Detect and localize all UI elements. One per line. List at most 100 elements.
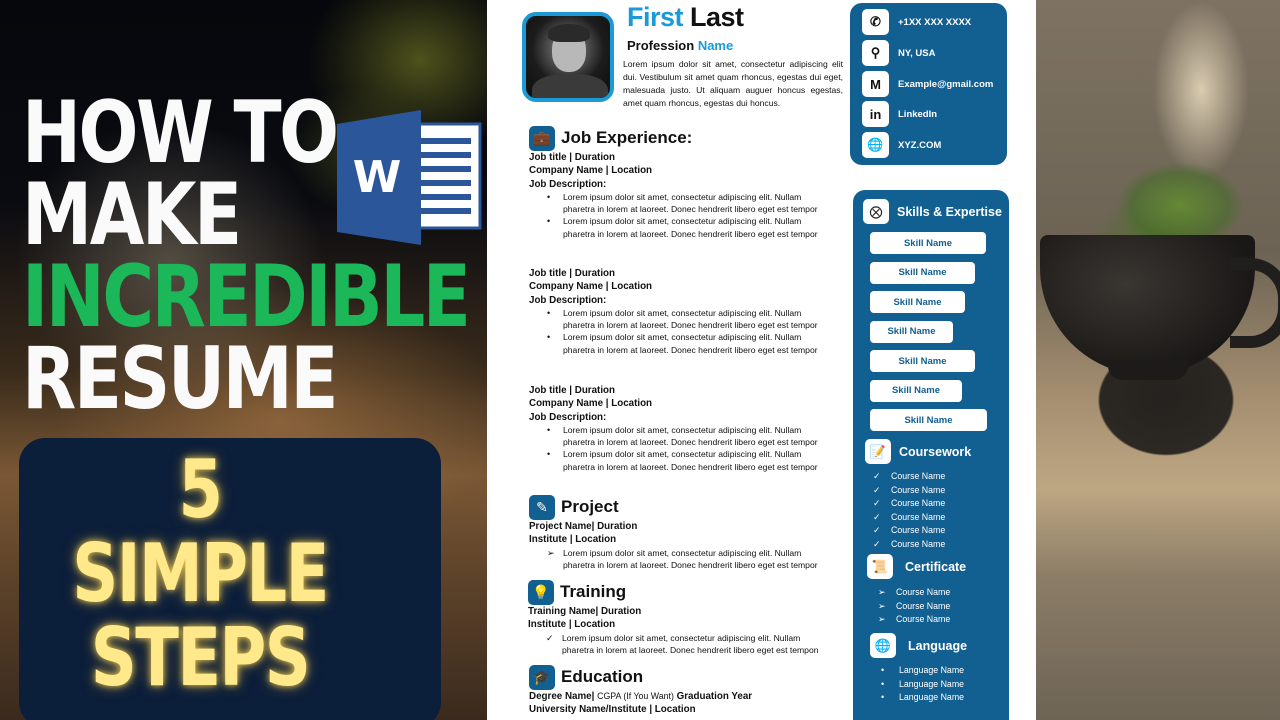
job-bullet: Lorem ipsum dolor sit amet, consectetur … <box>547 331 829 356</box>
steps-number: 5 <box>178 443 224 536</box>
company-line: Company Name | Location <box>529 281 653 293</box>
lightbulb-icon: 💡 <box>528 579 554 605</box>
course-item: Course Name <box>873 524 945 538</box>
training-bullet: Lorem ipsum dolor sit amet, consectetur … <box>546 632 828 657</box>
linkedin-icon: in <box>862 101 889 127</box>
company-line: Company Name | Location <box>529 398 653 410</box>
tools-icon: ⨂ <box>863 199 889 224</box>
education-section: 🎓 Education Degree Name| CGPA (If You Wa… <box>529 664 752 717</box>
last-name: Last <box>690 2 744 32</box>
section-title: Skills & Expertise <box>897 204 1002 219</box>
skill-bar: Skill Name <box>870 409 987 431</box>
gmail-icon: M <box>862 71 889 97</box>
job-entry: Job title | Duration Company Name | Loca… <box>529 267 829 356</box>
notepad-icon: 📝 <box>865 439 891 464</box>
resume-page: First Last Profession Name Lorem ipsum d… <box>487 0 1036 720</box>
skill-bar: Skill Name <box>870 320 953 343</box>
contact-linkedin: in LinkedIn <box>862 101 937 127</box>
degree-line: Degree Name| CGPA (If You Want) Graduati… <box>529 690 752 703</box>
location-text: NY, USA <box>898 47 936 59</box>
contact-email: M Example@gmail.com <box>862 71 993 97</box>
steps-line: SIMPLE <box>72 527 329 620</box>
job-bullet: Lorem ipsum dolor sit amet, consectetur … <box>547 307 829 332</box>
project-name-line: Project Name| Duration <box>529 521 638 532</box>
globe-language-icon: 🌐 <box>870 633 896 658</box>
course-item: Course Name <box>873 497 945 511</box>
word-logo-letter: W <box>353 152 402 203</box>
language-item: Language Name <box>881 678 964 692</box>
graduation-year: Graduation Year <box>676 691 753 702</box>
graduation-cap-icon: 🎓 <box>529 664 555 690</box>
course-item: Course Name <box>873 470 945 484</box>
job-desc-label: Job Description: <box>529 178 607 190</box>
university-line: University Name/Institute | Location <box>529 704 696 716</box>
certificate-item: Course Name <box>878 613 950 627</box>
profile-photo <box>522 12 614 102</box>
contact-panel: ✆ +1XX XXX XXXX ⚲ NY, USA M Example@gmai… <box>850 3 1007 165</box>
course-item: Course Name <box>873 538 945 552</box>
section-title: Coursework <box>899 444 972 459</box>
certificate-item: Course Name <box>878 586 950 600</box>
side-panel: ⨂ Skills & Expertise Skill Name Skill Nam… <box>853 190 1009 720</box>
contact-location: ⚲ NY, USA <box>862 40 935 66</box>
plant-image <box>1095 140 1265 250</box>
job-experience-section: 💼 Job Experience: <box>529 125 692 151</box>
language-item: Language Name <box>881 691 964 705</box>
job-entry: Job title | Duration Company Name | Loca… <box>529 384 829 473</box>
document-edit-icon: ✎ <box>529 494 555 520</box>
project-section: ✎ Project Project Name| Duration Institu… <box>529 494 829 571</box>
skill-bar: Skill Name <box>870 350 975 372</box>
linkedin-text[interactable]: LinkedIn <box>898 109 937 120</box>
course-item: Course Name <box>873 484 945 498</box>
job-title-line: Job title | Duration <box>529 268 616 279</box>
skill-bar: Skill Name <box>870 261 975 284</box>
job-desc-label: Job Description: <box>529 411 607 423</box>
training-section: 💡 Training Training Name| Duration Insti… <box>528 579 828 656</box>
cup-handle-image <box>1230 258 1280 348</box>
headline-line: RESUME <box>22 329 339 429</box>
company-line: Company Name | Location <box>529 165 653 177</box>
steps-text: 5 SIMPLE STEPS <box>0 448 400 700</box>
profession-accent: Name <box>697 38 734 53</box>
microsoft-word-icon: W <box>337 110 482 245</box>
language-list: Language Name Language Name Language Nam… <box>881 664 964 705</box>
language-header: 🌐 Language <box>870 633 967 658</box>
project-bullet: Lorem ipsum dolor sit amet, consectetur … <box>547 547 829 572</box>
institute-line: Institute | Location <box>529 534 617 546</box>
skill-bar: Skill Name <box>870 379 962 402</box>
cup-foot-image <box>1108 360 1188 380</box>
contact-website: 🌐 XYZ.COM <box>862 132 941 158</box>
skills-header: ⨂ Skills & Expertise <box>863 199 1002 224</box>
skill-bar: Skill Name <box>870 232 986 254</box>
certificate-icon: 📜 <box>867 554 893 579</box>
coursework-list: Course Name Course Name Course Name Cour… <box>873 470 945 552</box>
headline-highlight: INCREDIBLE <box>22 247 471 347</box>
certificate-header: 📜 Certificate <box>867 554 966 579</box>
first-name: First <box>627 2 684 32</box>
full-name: First Last <box>627 2 744 33</box>
section-title: Education <box>561 667 644 686</box>
website-text[interactable]: XYZ.COM <box>898 140 941 151</box>
location-pin-icon: ⚲ <box>862 40 889 66</box>
section-title: Certificate <box>905 559 967 574</box>
certificate-list: Course Name Course Name Course Name <box>878 586 950 627</box>
job-bullet: Lorem ipsum dolor sit amet, consectetur … <box>547 424 829 449</box>
section-title: Project <box>561 497 619 516</box>
contact-phone: ✆ +1XX XXX XXXX <box>862 9 971 35</box>
summary-text: Lorem ipsum dolor sit amet, consectetur … <box>623 59 843 108</box>
job-bullet: Lorem ipsum dolor sit amet, consectetur … <box>547 215 829 240</box>
language-item: Language Name <box>881 664 964 678</box>
job-bullet: Lorem ipsum dolor sit amet, consectetur … <box>547 448 829 473</box>
section-title: Language <box>908 638 968 653</box>
section-title: Training <box>560 582 627 601</box>
phone-text: +1XX XXX XXXX <box>898 16 972 28</box>
coursework-header: 📝 Coursework <box>865 439 971 464</box>
job-title-line: Job title | Duration <box>529 152 616 163</box>
profession-label: Profession <box>627 38 695 53</box>
job-desc-label: Job Description: <box>529 294 607 306</box>
phone-icon: ✆ <box>862 9 889 35</box>
email-text[interactable]: Example@gmail.com <box>898 79 993 90</box>
training-name-line: Training Name| Duration <box>528 606 642 617</box>
degree-name: Degree Name| <box>529 691 595 702</box>
globe-icon: 🌐 <box>862 132 889 158</box>
